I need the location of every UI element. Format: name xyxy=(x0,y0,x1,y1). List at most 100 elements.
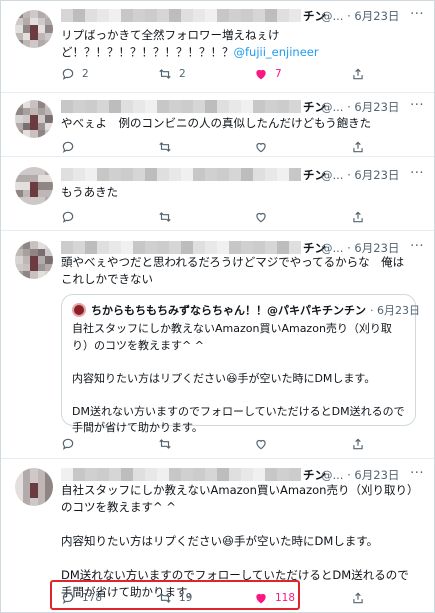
avatar-pixel xyxy=(22,475,31,484)
reply-button[interactable] xyxy=(61,435,82,453)
name-pixel xyxy=(277,9,289,22)
handle-and-time[interactable]: @... · 6月23日 xyxy=(321,99,399,115)
display-name-blurred[interactable] xyxy=(61,100,301,113)
handle-and-time[interactable]: @... · 6月23日 xyxy=(321,467,399,483)
name-pixel xyxy=(277,241,289,254)
tweet-2[interactable]: チン @... · 6月23日 ··· やべぇよ 例のコンビニの人の真似したんだ… xyxy=(1,93,434,157)
avatar-pixel xyxy=(22,189,31,198)
avatar[interactable] xyxy=(15,241,53,279)
retweet-button[interactable] xyxy=(158,138,179,156)
avatar-pixel xyxy=(30,189,38,198)
tweet-3[interactable]: チン @... · 6月23日 ··· もうあきた xyxy=(1,158,434,231)
more-icon[interactable]: ··· xyxy=(410,7,424,22)
avatar-pixel xyxy=(37,17,46,26)
tweet-text: もうあきた xyxy=(61,185,119,199)
avatar-pixel xyxy=(37,100,46,108)
name-pixel xyxy=(289,468,301,481)
name-pixel xyxy=(169,468,181,481)
name-pixel xyxy=(145,168,157,181)
avatar[interactable] xyxy=(15,10,53,48)
tweet-1[interactable]: チン @... · 6月23日 ··· リプばっかきて全然フォロワー増えねぇけど… xyxy=(1,1,434,93)
name-pixel xyxy=(73,468,85,481)
like-button[interactable]: 7 xyxy=(254,65,282,83)
avatar-pixel xyxy=(30,468,38,476)
like-button[interactable] xyxy=(254,435,275,453)
avatar-pixel xyxy=(22,197,31,205)
name-pixel xyxy=(181,168,193,181)
avatar-pixel xyxy=(45,107,53,116)
avatar-pixel xyxy=(45,100,53,108)
avatar-pixel xyxy=(15,241,23,249)
name-pixel xyxy=(241,168,253,181)
quoted-tweet[interactable]: ちからもちもちみずならちゃん！！@パキパキチンチン · 6月23日 自社スタッフ… xyxy=(61,294,420,434)
action-bar xyxy=(61,208,401,226)
name-pixel xyxy=(253,100,265,113)
like-button[interactable] xyxy=(254,208,275,226)
name-pixel xyxy=(217,9,229,22)
display-name-blurred[interactable] xyxy=(61,468,301,481)
name-pixel xyxy=(217,100,229,113)
avatar-pixel xyxy=(45,182,53,190)
name-pixel xyxy=(181,100,193,113)
share-button[interactable] xyxy=(351,208,372,226)
name-pixel xyxy=(133,241,145,254)
more-icon[interactable]: ··· xyxy=(410,466,424,481)
reply-button[interactable] xyxy=(61,208,82,226)
avatar-pixel xyxy=(30,248,38,257)
display-name-blurred[interactable] xyxy=(61,241,301,254)
avatar-pixel xyxy=(45,498,53,506)
name-pixel xyxy=(133,468,145,481)
name-pixel xyxy=(61,468,73,481)
avatar-pixel xyxy=(37,498,46,506)
name-pixel xyxy=(229,241,241,254)
name-pixel xyxy=(169,168,181,181)
avatar-pixel xyxy=(22,468,31,476)
avatar-pixel xyxy=(15,10,23,18)
display-name-blurred[interactable] xyxy=(61,9,301,22)
avatar[interactable] xyxy=(15,100,53,138)
name-pixel xyxy=(145,9,157,22)
avatar-pixel xyxy=(22,122,31,131)
avatar[interactable] xyxy=(15,468,53,506)
share-button[interactable] xyxy=(351,435,372,453)
avatar-pixel xyxy=(37,115,46,123)
name-pixel xyxy=(169,9,181,22)
tweet-4[interactable]: チン @... · 6月23日 ··· 頭やべぇやつだと思われるだろうけどマジで… xyxy=(1,232,434,459)
avatar-pixel xyxy=(30,174,38,183)
avatar-pixel xyxy=(30,17,38,26)
avatar-pixel xyxy=(30,263,38,272)
like-icon xyxy=(254,437,275,451)
more-icon[interactable]: ··· xyxy=(410,166,424,181)
share-button[interactable] xyxy=(351,65,372,83)
more-icon[interactable]: ··· xyxy=(410,98,424,113)
avatar-pixel xyxy=(15,490,23,499)
like-count: 7 xyxy=(275,68,282,80)
share-button[interactable] xyxy=(351,589,372,607)
name-pixel xyxy=(217,241,229,254)
handle-and-time[interactable]: @... · 6月23日 xyxy=(321,8,399,24)
avatar-pixel xyxy=(15,197,23,205)
handle-and-time[interactable]: @... · 6月23日 xyxy=(321,167,399,183)
more-icon[interactable]: ··· xyxy=(410,239,424,254)
avatar-pixel xyxy=(45,197,53,205)
share-button[interactable] xyxy=(351,138,372,156)
name-pixel xyxy=(193,168,205,181)
mention-link[interactable]: @fujii_enjineer xyxy=(234,45,319,59)
like-button[interactable] xyxy=(254,138,275,156)
retweet-button[interactable] xyxy=(158,208,179,226)
name-pixel xyxy=(289,100,301,113)
avatar-pixel xyxy=(15,498,23,506)
avatar-pixel xyxy=(37,468,46,476)
avatar-pixel xyxy=(22,32,31,41)
avatar-pixel xyxy=(30,182,38,190)
retweet-button[interactable]: 2 xyxy=(158,65,186,83)
reply-button[interactable]: 2 xyxy=(61,65,89,83)
retweet-button[interactable] xyxy=(158,435,179,453)
avatar-pixel xyxy=(22,107,31,116)
reply-button[interactable] xyxy=(61,138,82,156)
name-pixel xyxy=(157,100,169,113)
display-name-blurred[interactable] xyxy=(61,168,301,181)
name-pixel xyxy=(193,9,205,22)
avatar-pixel xyxy=(30,167,38,175)
avatar[interactable] xyxy=(15,167,53,205)
